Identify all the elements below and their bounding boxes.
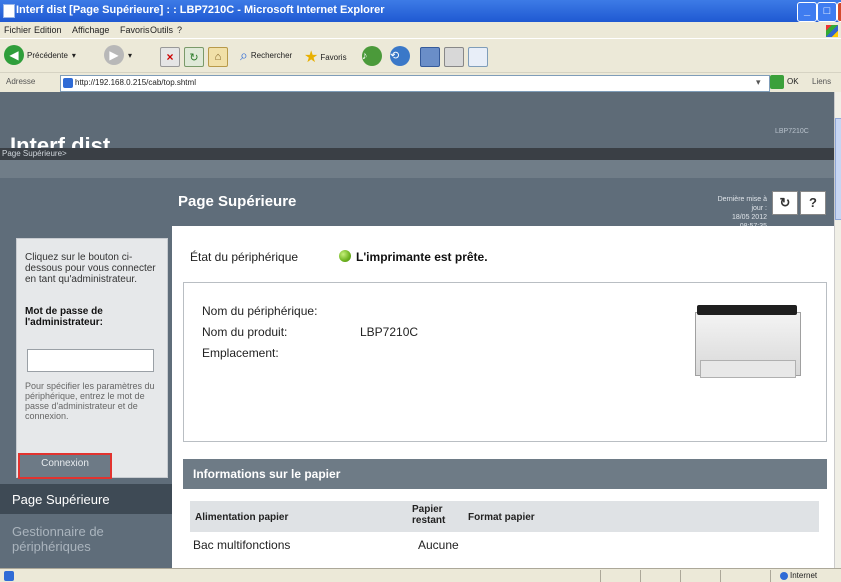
device-name-label: Nom du périphérique: [202,304,318,318]
status-bar: Internet [0,568,841,582]
star-icon: ★ [304,49,319,66]
globe-icon [780,572,788,580]
links-label[interactable]: Liens [812,77,831,86]
address-input[interactable]: http://192.168.0.215/cab/top.shtml [60,75,770,92]
back-arrow-icon: ◀ [4,45,24,65]
back-label: Précédente [27,50,68,60]
menu-outils[interactable]: Outils [150,25,173,35]
address-url: http://192.168.0.215/cab/top.shtml [75,78,196,87]
status-divider [680,570,681,582]
last-update-label: Dernière mise à jour : [717,196,767,212]
login-intro: Cliquez sur le bouton ci-dessous pour vo… [25,252,156,285]
address-bar: Adresse http://192.168.0.215/cab/top.sht… [0,72,841,92]
printer-top [697,305,797,315]
stop-icon[interactable]: × [160,47,180,67]
scrollbar-thumb[interactable] [835,118,841,220]
edit-icon[interactable] [468,47,488,67]
history-icon[interactable]: ⟲ [390,46,410,66]
window-title: Interf dist [Page Supérieure] : : LBP721… [16,4,385,16]
col-source: Alimentation papier [195,512,289,523]
paper-row-remaining: Aucune [418,538,459,552]
forward-arrow-icon: ▶ [104,45,124,65]
address-dropdown-icon[interactable]: ▾ [756,77,761,88]
printer-tray [700,360,796,378]
page-header [0,92,834,148]
windows-logo-icon [826,25,838,37]
page-status-icon [4,571,14,581]
menu-fichier[interactable]: Fichier [4,25,31,35]
window-title-bar: Interf dist [Page Supérieure] : : LBP721… [0,0,841,22]
paper-info-header: Informations sur le papier [183,459,827,489]
page-title: Page Supérieure [178,193,297,210]
forward-button[interactable]: ▶ ▾ [104,45,132,65]
close-button[interactable] [837,2,841,22]
help-button[interactable]: ? [800,191,826,215]
favorites-button[interactable]: ★ Favoris [304,47,347,67]
page-icon [63,78,73,88]
status-divider [720,570,721,582]
status-divider [600,570,601,582]
menu-bar: Fichier Edition Affichage Favoris Outils… [0,22,841,38]
breadcrumb-bar [0,148,834,160]
ie-icon [3,4,15,18]
status-message: L'imprimante est prête. [356,250,488,264]
security-zone: Internet [790,571,818,580]
go-button[interactable]: OK [787,77,799,86]
breadcrumb[interactable]: Page Supérieure> [2,149,67,158]
header-band [0,160,834,178]
menu-edition[interactable]: Edition [34,25,62,35]
login-button[interactable]: Connexion [18,453,112,479]
status-label: État du périphérique [190,250,299,264]
status-divider [640,570,641,582]
chevron-down-icon: ▾ [71,50,76,60]
status-divider [770,570,771,582]
password-label: Mot de passe de l'administrateur: [25,306,103,328]
search-button[interactable]: ⌕ Rechercher [240,47,292,64]
product-name-label: Nom du produit: [202,325,288,339]
refresh-button[interactable]: ↻ [772,191,798,215]
mail-icon[interactable] [420,47,440,67]
login-hint: Pour spécifier les paramètres du périphé… [25,381,155,421]
location-label: Emplacement: [202,346,279,360]
col-remaining: Papier restant [412,504,446,526]
nav-item-device-manager[interactable]: Gestionnaire de périphériques [12,524,162,554]
print-icon[interactable] [444,47,464,67]
header-model: LBP7210C [775,128,809,135]
paper-info-title: Informations sur le papier [193,467,341,481]
menu-affichage[interactable]: Affichage [72,25,109,35]
maximize-button[interactable]: □ [817,2,837,22]
back-button[interactable]: ◀ Précédente ▾ [4,45,76,65]
nav-item-label: Page Supérieure [12,492,110,507]
toolbar: ◀ Précédente ▾ ▶ ▾ × ↻ ⌂ ⌕ Rechercher ★ … [0,38,841,72]
paper-row-source: Bac multifonctions [193,538,291,552]
address-label: Adresse [6,77,36,86]
media-icon[interactable]: ♪ [362,46,382,66]
favorites-label: Favoris [320,52,347,62]
chevron-down-icon: ▾ [128,50,133,60]
search-label: Rechercher [250,51,293,60]
password-input[interactable] [27,349,154,372]
status-ready-icon [339,250,351,262]
nav-item-page-superieure[interactable]: Page Supérieure [0,484,172,514]
minimize-button[interactable]: _ [797,2,817,22]
product-name-value: LBP7210C [360,325,419,339]
search-icon: ⌕ [240,47,248,63]
menu-favoris[interactable]: Favoris [120,25,150,35]
refresh-icon[interactable]: ↻ [184,47,204,67]
col-size: Format papier [468,512,535,523]
home-icon[interactable]: ⌂ [208,47,228,67]
menu-help[interactable]: ? [177,25,182,35]
go-arrow-icon[interactable] [770,75,784,89]
